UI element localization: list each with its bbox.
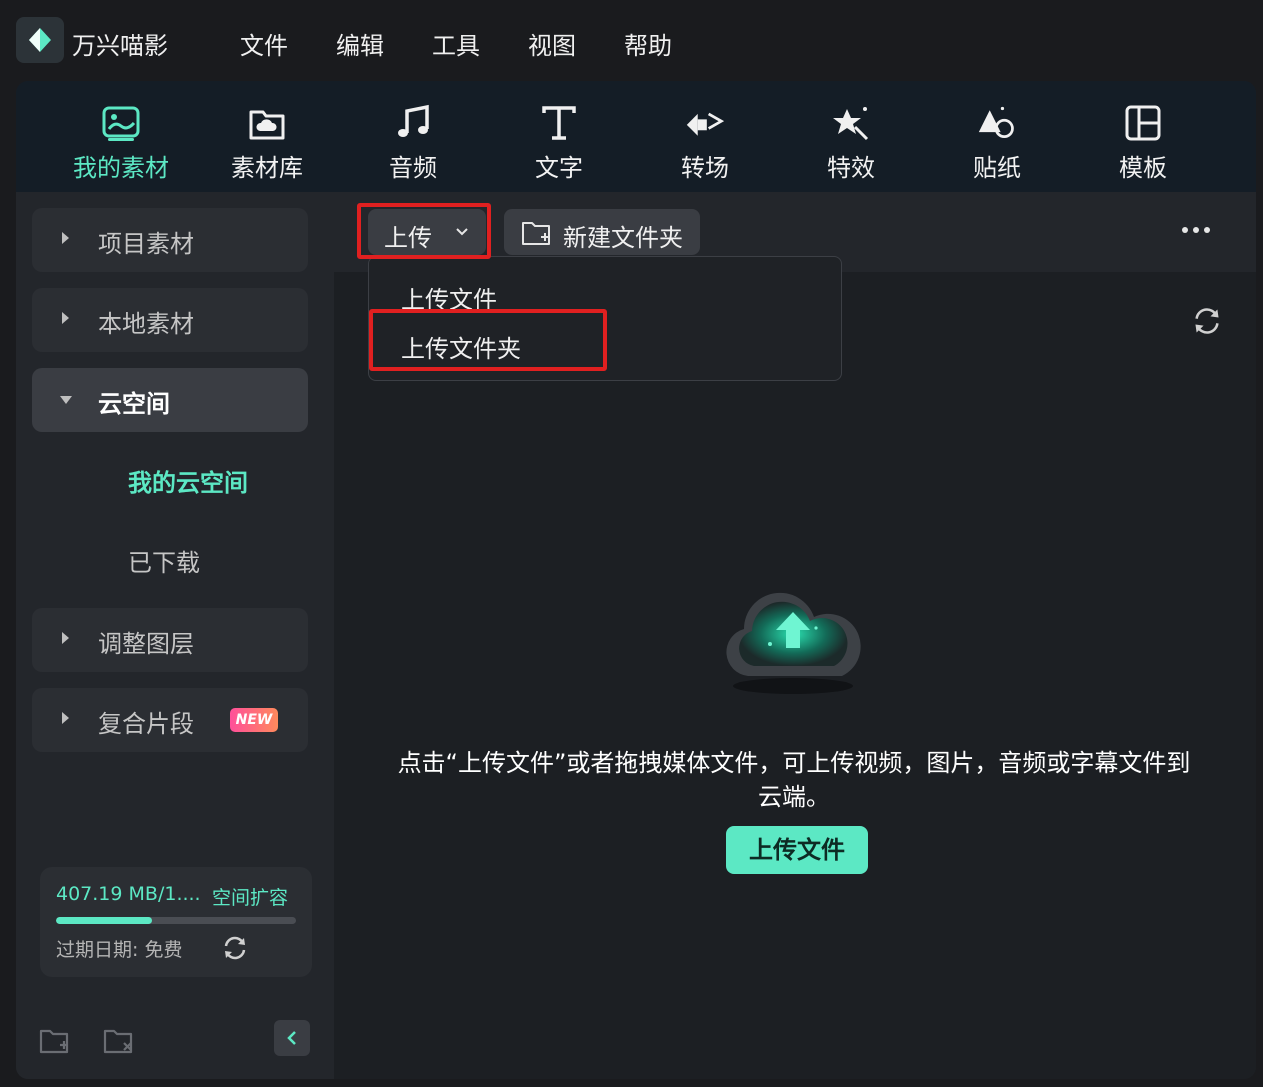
new-badge: NEW — [230, 708, 278, 732]
sidebar-item-local-media[interactable]: 本地素材 — [32, 288, 308, 352]
cloud-upload-icon — [718, 570, 868, 698]
template-icon — [1123, 103, 1163, 143]
sidebar-item-label: 云空间 — [98, 390, 170, 418]
tab-label: 我的素材 — [73, 154, 169, 182]
tab-label: 文字 — [535, 154, 583, 182]
title-bar: 万兴喵影 文件 编辑 工具 视图 帮助 — [0, 0, 1263, 80]
media-icon — [101, 103, 141, 143]
tab-my-media[interactable]: 我的素材 — [48, 81, 194, 192]
sticker-icon — [977, 103, 1017, 143]
effects-star-icon — [831, 103, 871, 143]
sidebar: 项目素材 本地素材 云空间 我的云空间 已下载 调整图层 复合片段 NEW 40… — [16, 192, 334, 1079]
new-folder-button[interactable]: 新建文件夹 — [504, 209, 700, 255]
menu-help[interactable]: 帮助 — [624, 26, 672, 61]
sidebar-footer — [16, 1017, 334, 1067]
caret-down-icon — [60, 396, 72, 404]
caret-right-icon — [62, 712, 69, 724]
tab-sticker[interactable]: 贴纸 — [924, 81, 1070, 192]
collapse-sidebar-button[interactable] — [274, 1020, 310, 1056]
cloud-folder-icon — [247, 103, 287, 143]
content-area: 上传 新建文件夹 上传文件 上传文件夹 点击“上传文件”或者拖拽媒体文件，可上传… — [334, 192, 1256, 1079]
tab-text[interactable]: 文字 — [486, 81, 632, 192]
storage-progress-fill — [56, 917, 152, 924]
sidebar-subitem-downloaded[interactable]: 已下载 — [128, 543, 200, 578]
storage-panel: 407.19 MB/1.... 空间扩容 过期日期: 免费 — [40, 867, 312, 977]
menu-edit[interactable]: 编辑 — [336, 26, 384, 61]
tab-label: 转场 — [681, 154, 729, 182]
sidebar-item-label: 本地素材 — [98, 310, 194, 338]
sidebar-item-cloud-space[interactable]: 云空间 — [32, 368, 308, 432]
tab-label: 特效 — [827, 154, 875, 182]
sidebar-item-label: 调整图层 — [98, 630, 194, 658]
sidebar-item-adjustment-layer[interactable]: 调整图层 — [32, 608, 308, 672]
folder-add-icon — [522, 222, 550, 245]
new-folder-icon[interactable] — [38, 1025, 70, 1057]
chevron-left-icon — [287, 1031, 296, 1045]
music-note-icon — [393, 103, 433, 143]
tab-library[interactable]: 素材库 — [194, 81, 340, 192]
tab-transition[interactable]: 转场 — [632, 81, 778, 192]
sidebar-item-label: 项目素材 — [98, 230, 194, 258]
storage-expiry: 过期日期: 免费 — [56, 939, 183, 961]
transition-icon — [685, 103, 725, 143]
storage-used: 407.19 MB/1.... — [56, 883, 201, 905]
tab-template[interactable]: 模板 — [1070, 81, 1216, 192]
delete-folder-icon[interactable] — [102, 1025, 134, 1057]
sidebar-item-compound-clip[interactable]: 复合片段 NEW — [32, 688, 308, 752]
refresh-icon[interactable] — [1192, 306, 1222, 336]
storage-progress-bar — [56, 917, 296, 924]
menu-file[interactable]: 文件 — [240, 26, 288, 61]
menu-view[interactable]: 视图 — [528, 26, 576, 61]
tab-effects[interactable]: 特效 — [778, 81, 924, 192]
tab-label: 素材库 — [231, 154, 303, 182]
caret-right-icon — [62, 312, 69, 324]
highlight-box-upload-folder — [369, 309, 607, 371]
empty-state-message: 点击“上传文件”或者拖拽媒体文件，可上传视频，图片，音频或字幕文件到云端。 — [397, 749, 1191, 811]
tab-label: 音频 — [389, 154, 437, 182]
new-folder-label: 新建文件夹 — [563, 224, 683, 252]
expand-storage-link[interactable]: 空间扩容 — [212, 883, 288, 910]
asset-toolbar: 我的素材 素材库 音频 文字 转场 特效 贴纸 模板 — [16, 81, 1256, 192]
text-icon — [539, 103, 579, 143]
tab-label: 贴纸 — [973, 154, 1021, 182]
tab-label: 模板 — [1119, 154, 1167, 182]
app-name: 万兴喵影 — [72, 32, 168, 60]
highlight-box-upload — [357, 203, 491, 259]
sidebar-item-label: 复合片段 — [98, 710, 194, 738]
main-panel: 我的素材 素材库 音频 文字 转场 特效 贴纸 模板 项目素材 本地素材 云空间… — [16, 81, 1256, 1079]
menu-bar: 文件 编辑 工具 视图 帮助 — [240, 26, 720, 61]
more-options-icon[interactable] — [1182, 220, 1216, 240]
caret-right-icon — [62, 232, 69, 244]
upload-file-button[interactable]: 上传文件 — [726, 826, 868, 874]
sidebar-subitem-my-cloud[interactable]: 我的云空间 — [128, 463, 248, 498]
menu-tools[interactable]: 工具 — [432, 26, 480, 61]
tab-audio[interactable]: 音频 — [340, 81, 486, 192]
app-logo-icon — [16, 17, 64, 63]
caret-right-icon — [62, 632, 69, 644]
refresh-icon[interactable] — [222, 935, 248, 961]
sidebar-item-project-media[interactable]: 项目素材 — [32, 208, 308, 272]
